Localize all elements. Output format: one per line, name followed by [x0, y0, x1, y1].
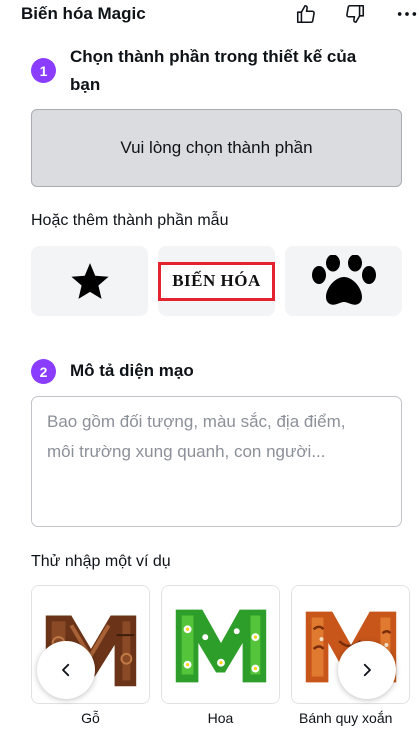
panel-title: Biến hóa Magic	[21, 4, 146, 23]
examples-next-button[interactable]	[338, 641, 396, 699]
examples-prev-button[interactable]	[37, 641, 95, 699]
paw-icon	[311, 255, 376, 305]
chevron-left-icon	[62, 663, 70, 677]
sample-star[interactable]	[31, 246, 148, 316]
step-1-title-line1: Chọn thành phần trong thiết kế của	[70, 47, 357, 66]
select-element-label: Vui lòng chọn thành phần	[120, 138, 313, 157]
example-label-wood: Gỗ	[81, 710, 100, 726]
description-input[interactable]: Bao gồm đối tượng, màu sắc, địa điểm, mô…	[31, 396, 402, 527]
step-1-title-line2: bạn	[70, 75, 101, 94]
more-icon[interactable]	[394, 1, 419, 27]
sample-text-label: BIẾN HÓA	[172, 271, 261, 290]
examples-label: Thử nhập một ví dụ	[31, 553, 171, 570]
sample-paw[interactable]	[285, 246, 402, 316]
sample-text-highlight: BIẾN HÓA	[158, 261, 275, 301]
example-label-pretzel: Bánh quy xoắn	[299, 710, 393, 726]
flower-letter-image	[162, 586, 279, 703]
thumbs-up-icon[interactable]	[293, 1, 319, 27]
magic-morph-panel: Biến hóa Magic 1 Chọn thành phần trong t…	[0, 0, 419, 732]
description-placeholder-line2: môi trường xung quanh, con người...	[47, 442, 326, 461]
sample-text[interactable]: BIẾN HÓA	[158, 246, 275, 316]
sample-elements-label: Hoặc thêm thành phần mẫu	[31, 212, 229, 229]
step-2-title: Mô tả diện mạo	[70, 361, 194, 380]
thumbs-down-icon[interactable]	[342, 1, 368, 27]
step-1-title: Chọn thành phần trong thiết kế của bạn	[70, 43, 356, 99]
step-2-badge: 2	[31, 359, 56, 384]
example-card-flower[interactable]	[161, 585, 280, 704]
description-placeholder-line1: Bao gồm đối tượng, màu sắc, địa điểm,	[47, 412, 346, 431]
step-1-badge: 1	[31, 58, 56, 83]
select-element-box[interactable]: Vui lòng chọn thành phần	[31, 109, 402, 187]
chevron-right-icon	[363, 663, 371, 677]
example-label-flower: Hoa	[207, 710, 234, 726]
panel-header: Biến hóa Magic	[0, 0, 419, 30]
star-icon	[70, 263, 109, 299]
